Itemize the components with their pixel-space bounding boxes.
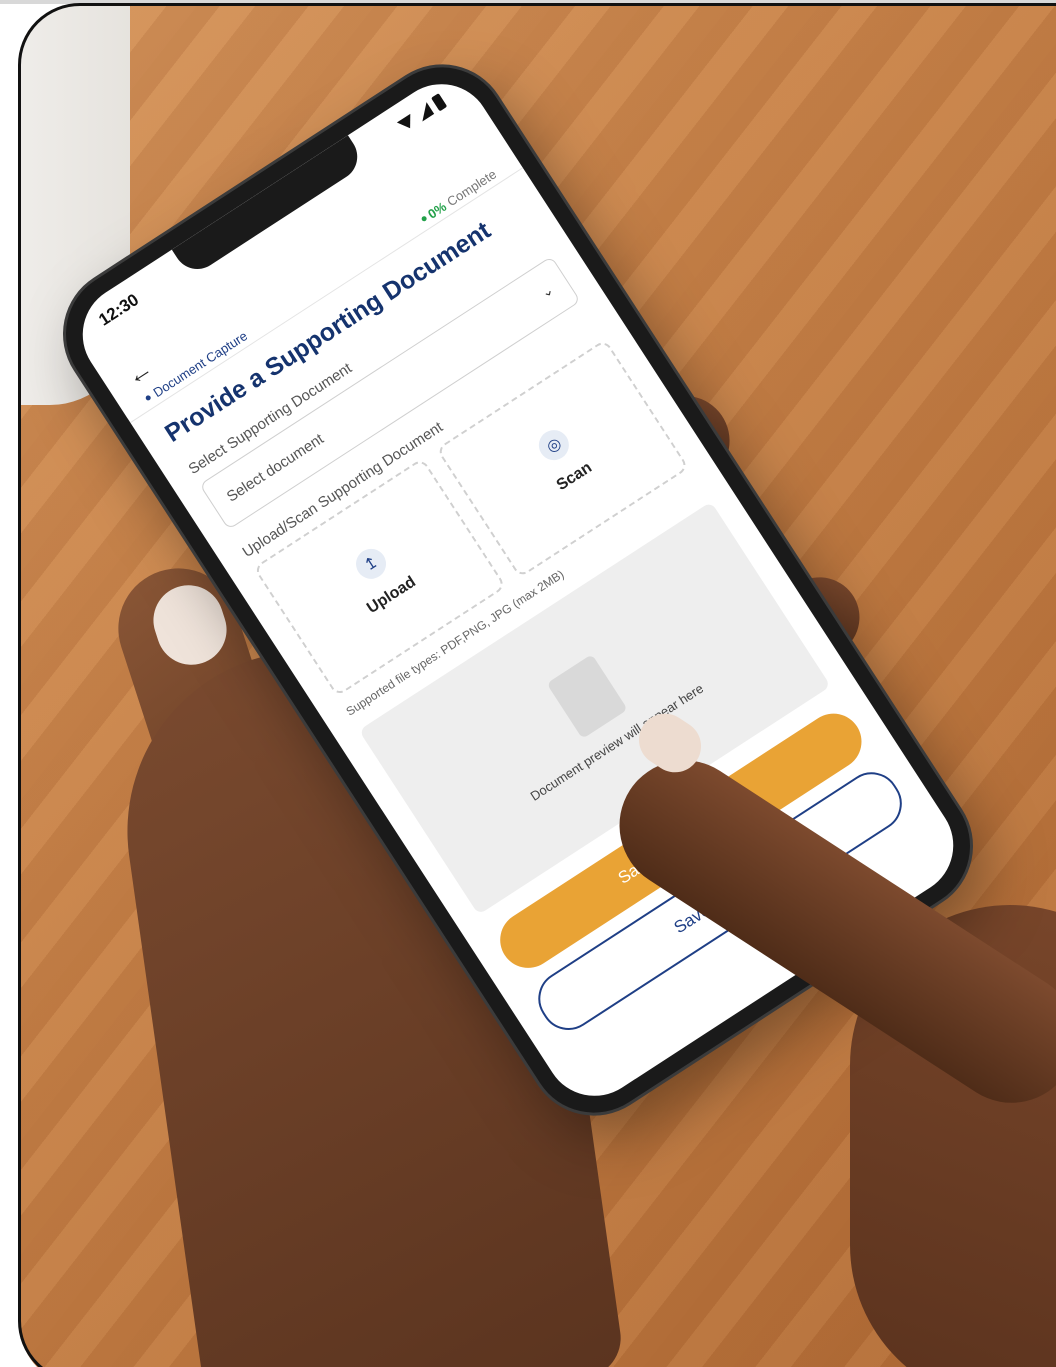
scan-icon: ◎ (533, 424, 575, 466)
scan-label: Scan (553, 458, 595, 495)
chevron-down-icon: ⌄ (537, 280, 556, 301)
progress-suffix: Complete (444, 166, 500, 210)
upload-icon: ↥ (350, 543, 392, 585)
wifi-icon (396, 113, 417, 133)
battery-icon (431, 93, 448, 112)
photo-frame: 12:30 ← Document Capture 0% Complete Pro… (0, 0, 1056, 1367)
wooden-table-background: 12:30 ← Document Capture 0% Complete Pro… (20, 5, 1056, 1367)
upload-label: Upload (364, 573, 419, 618)
top-divider (0, 0, 1056, 4)
breadcrumb-dot (144, 394, 152, 402)
status-time: 12:30 (95, 289, 143, 330)
status-icons (396, 93, 448, 134)
document-icon (546, 653, 628, 739)
progress-percent: 0% (425, 198, 450, 222)
signal-icon (414, 102, 435, 122)
progress-dot (420, 215, 428, 223)
